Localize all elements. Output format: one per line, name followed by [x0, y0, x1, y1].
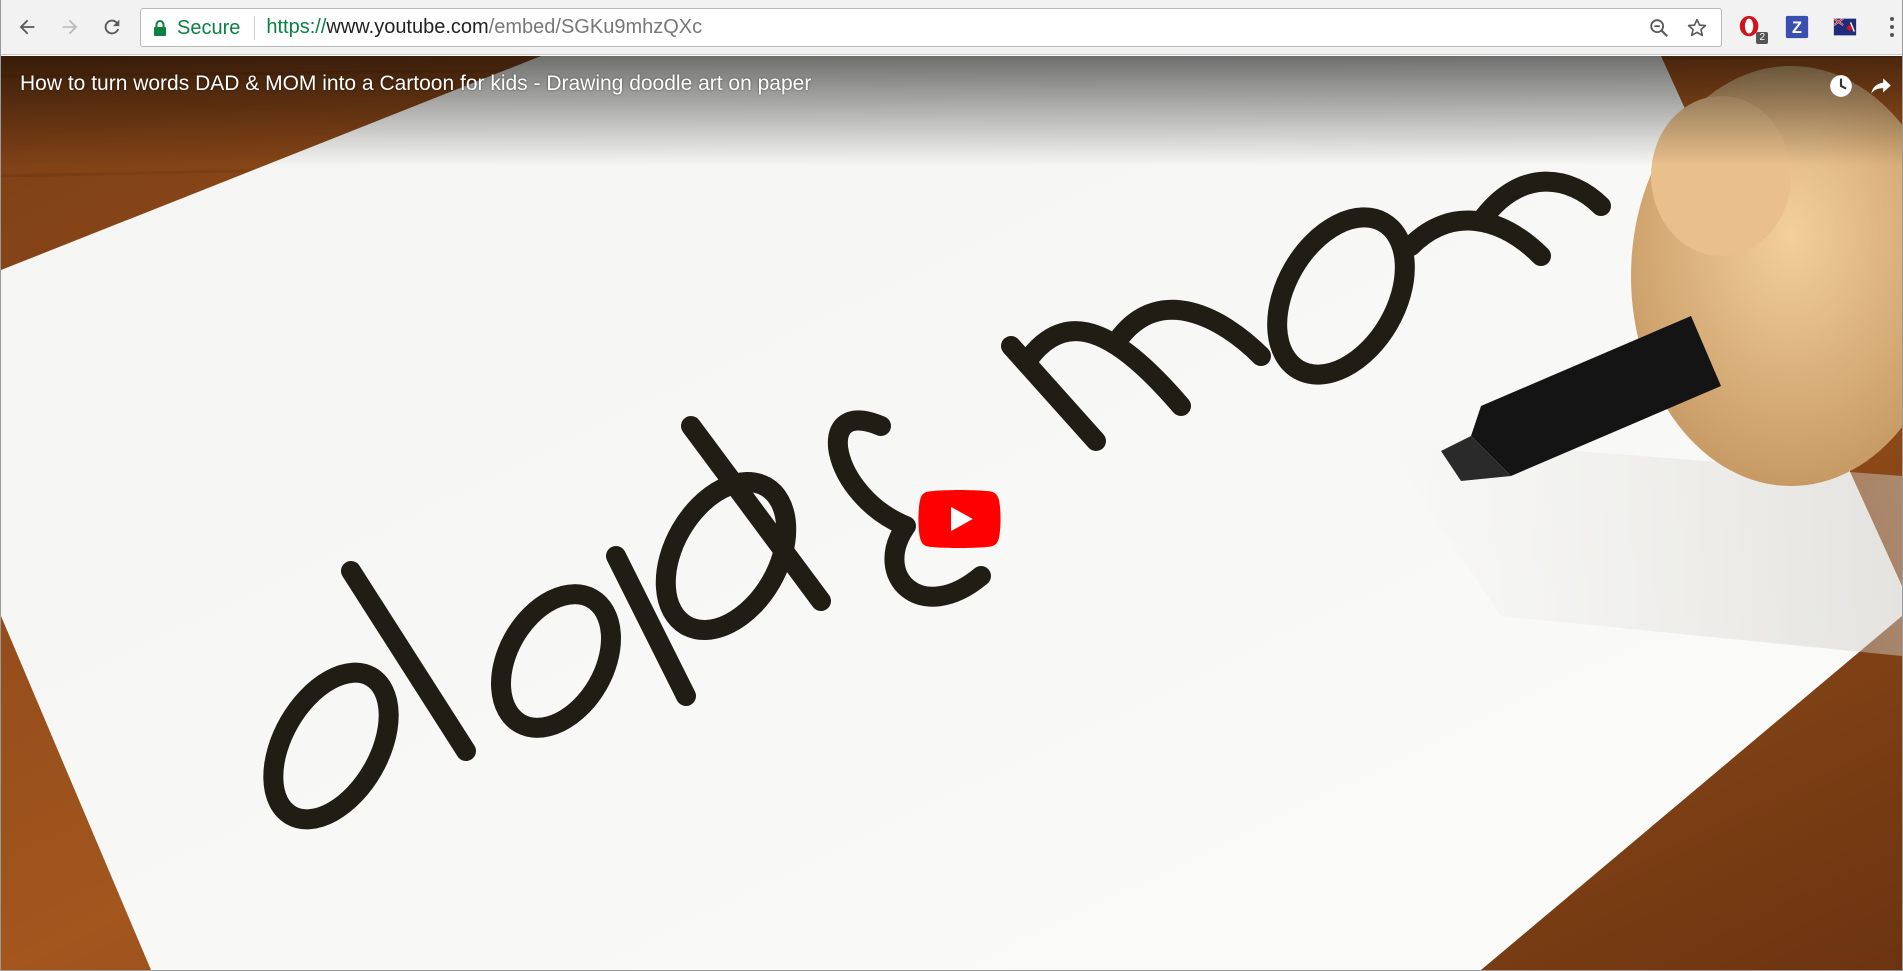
lock-icon [153, 19, 167, 37]
arrow-left-icon [19, 19, 35, 35]
browser-window: Secure https://www.youtube.com/embed/SGK… [0, 0, 1903, 971]
zoom-icon[interactable] [1647, 16, 1671, 40]
opera-extension-icon[interactable]: 2 [1736, 13, 1768, 44]
bookmark-star-icon[interactable] [1685, 16, 1709, 40]
url-path: /embed/SGKu9mhzQXc [488, 16, 703, 38]
reload-button[interactable] [97, 12, 127, 42]
clock-icon [1830, 75, 1852, 97]
back-button[interactable] [12, 12, 42, 42]
forward-button[interactable] [55, 12, 85, 42]
arrow-right-icon [62, 19, 78, 35]
address-bar[interactable]: Secure https://www.youtube.com/embed/SGK… [140, 8, 1722, 47]
url-scheme: https:// [266, 16, 327, 38]
secure-label: Secure [177, 15, 256, 40]
browser-menu-button[interactable] [1885, 13, 1899, 41]
video-player[interactable]: How to turn words DAD & MOM into a Carto… [1, 56, 1902, 970]
z-extension-icon[interactable]: Z [1783, 13, 1811, 41]
youtube-play-icon [918, 490, 1001, 548]
z-extension-letter: Z [1792, 19, 1802, 37]
video-title[interactable]: How to turn words DAD & MOM into a Carto… [20, 72, 811, 96]
url-host: www.youtube.com [326, 16, 489, 38]
watch-later-button[interactable] [1825, 70, 1857, 102]
share-arrow-icon [1871, 78, 1891, 94]
reload-icon [104, 19, 120, 35]
extension-badge: 2 [1756, 32, 1768, 44]
browser-toolbar: Secure https://www.youtube.com/embed/SGK… [1, 0, 1902, 55]
url-text[interactable]: https://www.youtube.com/embed/SGKu9mhzQX… [266, 16, 702, 39]
share-button[interactable] [1865, 70, 1897, 102]
flag-extension-icon[interactable] [1831, 13, 1859, 41]
play-button[interactable] [918, 490, 1001, 548]
